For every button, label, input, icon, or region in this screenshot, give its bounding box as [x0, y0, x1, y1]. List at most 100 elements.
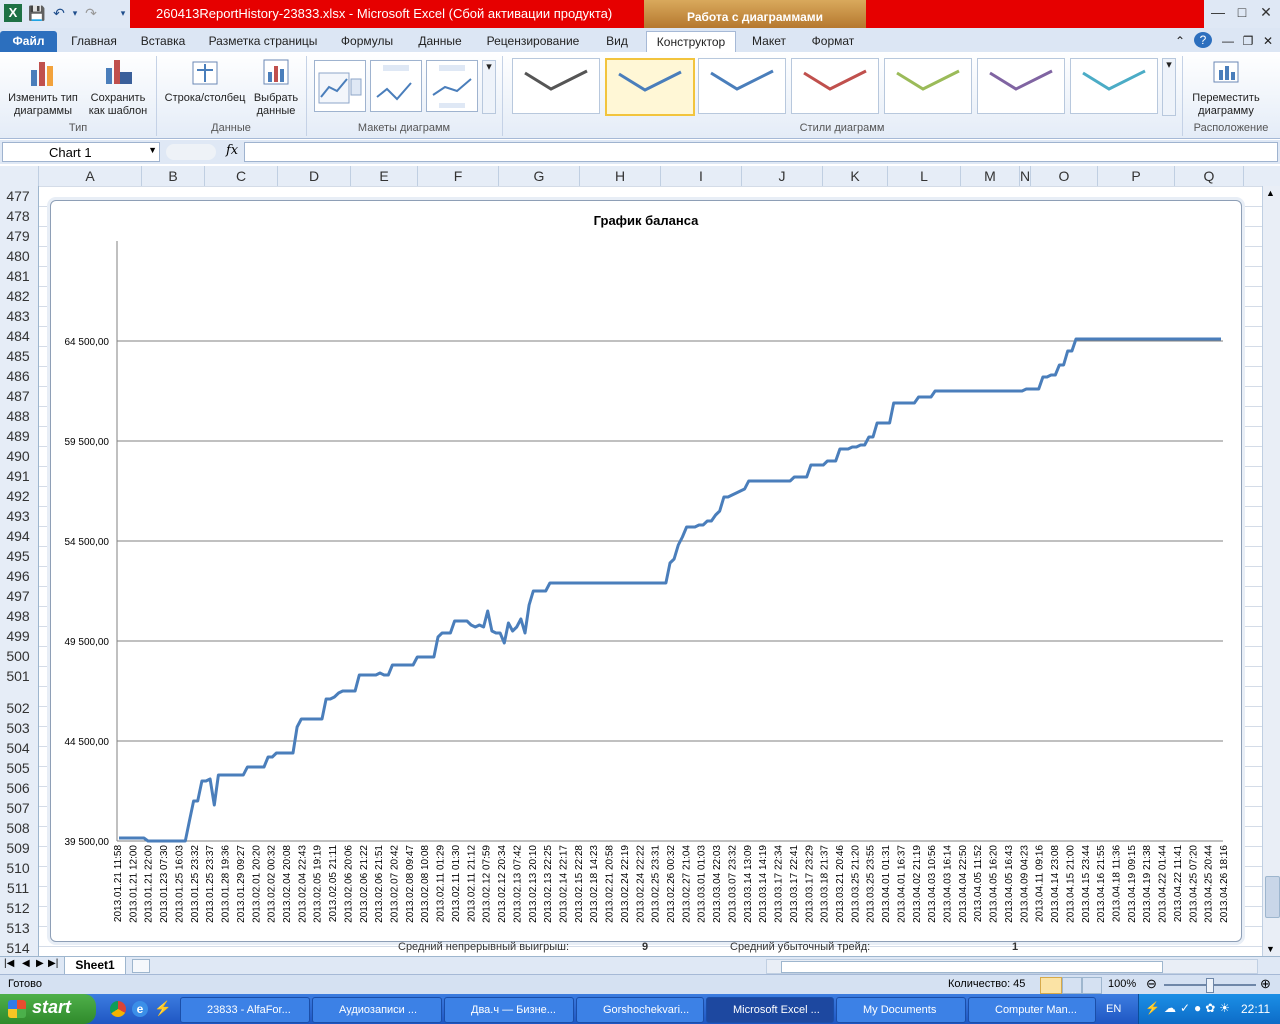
normal-view-button[interactable]	[1040, 977, 1062, 994]
row-header-506[interactable]: 506	[0, 778, 36, 798]
row-header-493[interactable]: 493	[0, 506, 36, 526]
maximize-button[interactable]: □	[1230, 4, 1254, 22]
taskbar-item[interactable]: Computer Man...	[968, 997, 1096, 1023]
tab-design[interactable]: Конструктор	[646, 31, 736, 53]
switch-row-column-button[interactable]: Строка/столбец	[160, 56, 250, 105]
page-layout-view-button[interactable]	[1062, 977, 1082, 994]
column-header-M[interactable]: M	[961, 166, 1020, 186]
save-icon[interactable]: 💾	[28, 4, 46, 22]
zoom-in-icon[interactable]: ⊕	[1260, 976, 1271, 992]
chart-style-1[interactable]	[512, 58, 600, 114]
row-header-511[interactable]: 511	[0, 878, 36, 898]
column-header-I[interactable]: I	[661, 166, 742, 186]
row-header-509[interactable]: 509	[0, 838, 36, 858]
save-as-template-button[interactable]: Сохранить как шаблон	[84, 56, 152, 118]
chart-layout-3[interactable]	[426, 60, 478, 112]
row-header-479[interactable]: 479	[0, 226, 36, 246]
column-header-N[interactable]: N	[1020, 166, 1031, 186]
row-header-496[interactable]: 496	[0, 566, 36, 586]
tab-review[interactable]: Рецензирование	[476, 31, 590, 52]
row-header-485[interactable]: 485	[0, 346, 36, 366]
chart-style-5[interactable]	[884, 58, 972, 114]
next-sheet-icon[interactable]: ▶	[36, 958, 44, 969]
column-header-E[interactable]: E	[351, 166, 418, 186]
chart-title[interactable]: График баланса	[594, 213, 700, 228]
row-header-505[interactable]: 505	[0, 758, 36, 778]
tab-format[interactable]: Формат	[802, 31, 864, 52]
row-header-484[interactable]: 484	[0, 326, 36, 346]
taskbar-item[interactable]: My Documents	[836, 997, 966, 1023]
row-header-487[interactable]: 487	[0, 386, 36, 406]
customize-qat-icon[interactable]: ▾	[114, 4, 132, 22]
insert-function-button[interactable]: fx	[226, 143, 238, 158]
zoom-level[interactable]: 100%	[1108, 978, 1136, 990]
close-button[interactable]: ✕	[1254, 4, 1278, 22]
prev-sheet-icon[interactable]: ◀	[22, 958, 30, 969]
change-chart-type-button[interactable]: Изменить тип диаграммы	[4, 56, 82, 118]
column-header-L[interactable]: L	[888, 166, 961, 186]
taskbar-item[interactable]: Gorshochekvari...	[576, 997, 704, 1023]
horizontal-scrollbar[interactable]	[766, 959, 1258, 974]
taskbar-item[interactable]: Аудиозаписи ...	[312, 997, 442, 1023]
row-header-514[interactable]: 514	[0, 938, 36, 958]
chart-style-7[interactable]	[1070, 58, 1158, 114]
row-header-498[interactable]: 498	[0, 606, 36, 626]
row-header-500[interactable]: 500	[0, 646, 36, 666]
tab-formulas[interactable]: Формулы	[330, 31, 404, 52]
start-button[interactable]: start	[0, 994, 96, 1024]
zoom-out-icon[interactable]: ⊖	[1146, 976, 1157, 992]
scroll-thumb[interactable]	[1265, 876, 1280, 918]
tab-home[interactable]: Главная	[62, 31, 126, 52]
doc-close-icon[interactable]: ✕	[1260, 31, 1276, 52]
hscroll-thumb[interactable]	[781, 961, 1163, 973]
name-box-dropdown-icon[interactable]: ▼	[148, 145, 157, 155]
name-box[interactable]: Chart 1 ▼	[2, 142, 160, 162]
tab-page-layout[interactable]: Разметка страницы	[200, 31, 326, 52]
row-header-499[interactable]: 499	[0, 626, 36, 646]
chart-layout-2[interactable]	[370, 60, 422, 112]
column-header-B[interactable]: B	[142, 166, 205, 186]
column-header-O[interactable]: O	[1031, 166, 1098, 186]
column-header-Q[interactable]: Q	[1175, 166, 1244, 186]
redo-icon[interactable]: ↷	[82, 4, 100, 22]
row-header-489[interactable]: 489	[0, 426, 36, 446]
row-header-483[interactable]: 483	[0, 306, 36, 326]
row-header-478[interactable]: 478	[0, 206, 36, 226]
balance-series-line[interactable]	[119, 337, 1221, 843]
move-chart-button[interactable]: Переместить диаграмму	[1186, 56, 1266, 118]
row-header-512[interactable]: 512	[0, 898, 36, 918]
minimize-ribbon-icon[interactable]: ⌃	[1172, 31, 1188, 52]
row-header-477[interactable]: 477	[0, 186, 36, 206]
row-header-494[interactable]: 494	[0, 526, 36, 546]
language-indicator[interactable]: EN	[1106, 1003, 1121, 1015]
tab-layout[interactable]: Макет	[740, 31, 798, 52]
styles-more-button[interactable]: ▾	[1162, 58, 1176, 116]
row-header-502[interactable]: 502	[0, 698, 36, 718]
tab-data[interactable]: Данные	[408, 31, 472, 52]
chart-style-6[interactable]	[977, 58, 1065, 114]
column-header-F[interactable]: F	[418, 166, 499, 186]
vertical-scrollbar[interactable]: ▲ ▼	[1262, 186, 1280, 956]
row-header-513[interactable]: 513	[0, 918, 36, 938]
tray-icons[interactable]: ⚡☁✓●✿☀	[1145, 1001, 1234, 1015]
taskbar-item[interactable]: Два.ч — Бизне...	[444, 997, 574, 1023]
column-header-G[interactable]: G	[499, 166, 580, 186]
row-header-480[interactable]: 480	[0, 246, 36, 266]
row-header-497[interactable]: 497	[0, 586, 36, 606]
chart-style-2[interactable]	[605, 58, 695, 116]
row-header-488[interactable]: 488	[0, 406, 36, 426]
select-all-corner[interactable]	[0, 166, 39, 186]
tab-insert[interactable]: Вставка	[130, 31, 196, 52]
column-header-A[interactable]: A	[39, 166, 142, 186]
minimize-button[interactable]: —	[1206, 4, 1230, 22]
column-header-C[interactable]: C	[205, 166, 278, 186]
row-header-501[interactable]: 501	[0, 666, 36, 686]
chart-area[interactable]: График баланса 39 500,00 44 500,00 49 500,…	[50, 200, 1242, 942]
row-header-508[interactable]: 508	[0, 818, 36, 838]
column-header-P[interactable]: P	[1098, 166, 1175, 186]
column-header-D[interactable]: D	[278, 166, 351, 186]
page-break-view-button[interactable]	[1082, 977, 1102, 994]
row-header-481[interactable]: 481	[0, 266, 36, 286]
insert-sheet-icon[interactable]	[132, 959, 150, 973]
quicklaunch-chrome-icon[interactable]	[110, 1001, 126, 1017]
